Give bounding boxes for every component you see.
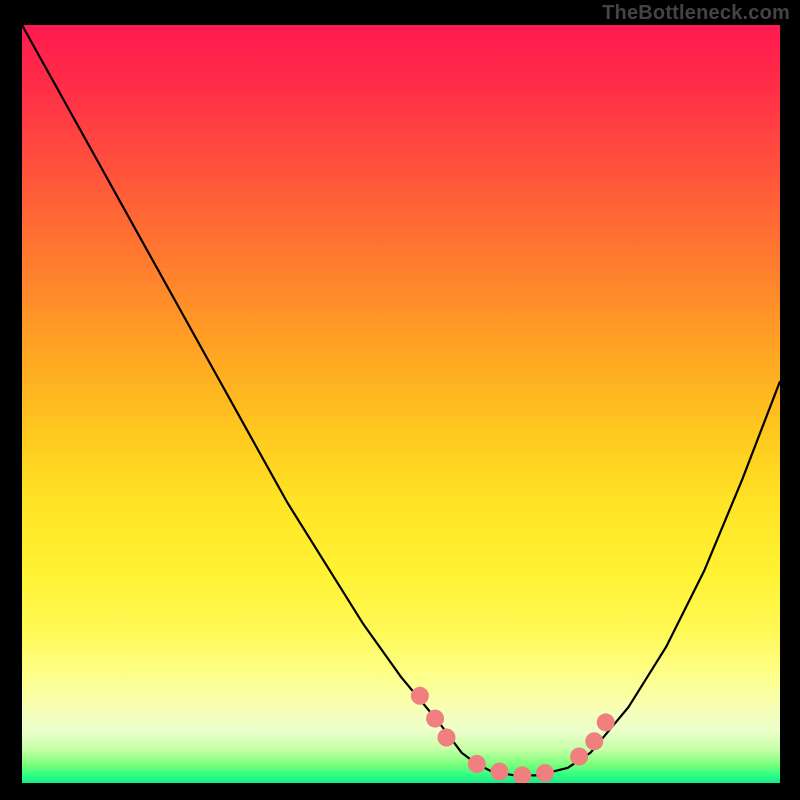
marker-dot: [468, 755, 486, 773]
marker-dot: [438, 729, 456, 747]
marker-group: [411, 687, 615, 783]
marker-dot: [570, 748, 588, 766]
curve-layer: [22, 25, 780, 783]
marker-dot: [536, 764, 554, 782]
plot-area: [22, 25, 780, 783]
marker-dot: [585, 732, 603, 750]
marker-dot: [491, 763, 509, 781]
outer-frame: TheBottleneck.com: [0, 0, 800, 800]
bottleneck-curve: [22, 25, 780, 775]
marker-dot: [597, 713, 615, 731]
marker-dot: [426, 710, 444, 728]
attribution-text: TheBottleneck.com: [602, 2, 790, 25]
marker-dot: [411, 687, 429, 705]
marker-dot: [513, 766, 531, 783]
